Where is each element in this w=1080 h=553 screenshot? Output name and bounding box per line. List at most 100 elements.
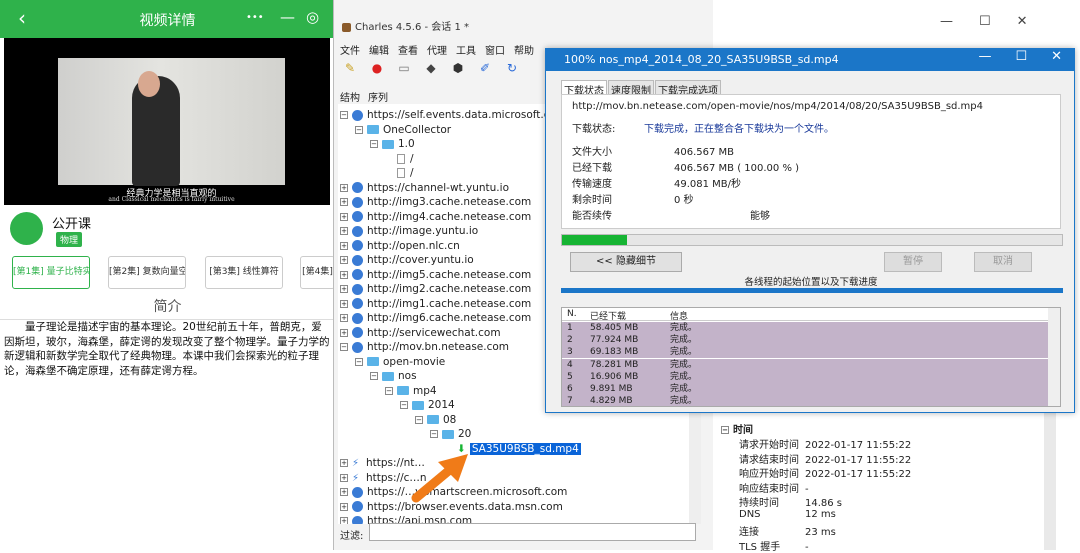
expand-icon[interactable]: + [340,270,348,279]
tree-node[interactable]: + http://img2.cache.netease.com [340,282,531,296]
video-player[interactable]: 经典力学是相当直观的 and Classical mechanics is fa… [4,38,330,205]
collapse-icon[interactable]: − [400,401,408,409]
tree-node[interactable]: − https://self.events.data.microsoft.com [340,108,566,122]
menu-window[interactable]: 窗口 [485,46,505,57]
filter-input[interactable] [369,523,696,541]
tree-node[interactable]: − 2014 [400,398,455,412]
collapse-icon[interactable]: − [355,357,363,366]
episode-button[interactable]: [第4集] [300,256,335,289]
pause-button[interactable]: 暂停 [884,252,942,272]
collapse-icon[interactable]: − [370,372,378,380]
collapse-icon[interactable]: − [370,140,378,148]
menu-edit[interactable]: 编辑 [369,46,389,57]
episode-button[interactable]: [第1集] 量子比特实 [12,256,90,289]
thread-row[interactable]: 6 9.891 MB 完成。 [562,383,1048,395]
course-title: 公开课 [52,217,92,232]
expand-icon[interactable]: + [340,328,348,337]
expand-icon[interactable]: + [340,183,348,192]
turtle-icon[interactable]: ◆ [421,58,441,78]
collapse-icon[interactable]: − [340,111,348,119]
thread-list-scrollbar[interactable] [1048,308,1060,406]
timing-section-title: − 时间 [721,425,753,436]
tree-node[interactable]: − 08 [415,413,456,427]
menu-help[interactable]: 帮助 [514,46,534,57]
broom-icon[interactable]: ✎ [340,58,360,78]
thread-row[interactable]: 4 78.281 MB 完成。 [562,358,1048,371]
tree-node[interactable]: + http://open.nlc.cn [340,239,460,253]
tree-node[interactable]: − nos [370,369,417,383]
tree-node[interactable]: + http://img5.cache.netease.com [340,268,531,282]
tree-node[interactable]: − OneCollector [355,123,451,137]
col-info[interactable]: 信息 [670,309,688,322]
minimize-icon[interactable]: — [940,14,953,29]
collapse-icon[interactable]: − [385,386,393,395]
minimize-icon[interactable]: — [978,49,991,64]
col-n[interactable]: N. [567,309,577,319]
throttle-icon[interactable]: ▭ [394,58,414,78]
tree-node[interactable]: + http://image.yuntu.io [340,224,478,238]
refresh-icon[interactable]: ↻ [502,58,522,78]
stop-icon[interactable]: ⬢ [448,58,468,78]
menu-proxy[interactable]: 代理 [427,46,447,57]
expand-icon[interactable]: + [340,314,348,322]
thread-row[interactable]: 7 4.829 MB 完成。 [562,395,1048,406]
tree-node[interactable]: + http://img4.cache.netease.com [340,210,531,224]
compose-icon[interactable]: ✐ [475,58,495,78]
tree-node[interactable]: / [385,166,414,180]
collapse-icon[interactable]: − [340,343,348,351]
tree-node[interactable]: − http://mov.bn.netease.com [340,340,509,354]
episode-button[interactable]: [第2集] 复数向量空 [108,256,186,289]
tree-node[interactable]: − open-movie [355,355,445,369]
tab-structure[interactable]: 结构 [340,93,360,104]
globe-icon [352,341,363,353]
tree-node[interactable]: + https://channel-wt.yuntu.io [340,181,509,195]
menu-tools[interactable]: 工具 [456,46,476,57]
episode-button[interactable]: [第3集] 线性算符 [205,256,283,289]
expand-icon[interactable]: + [340,459,348,467]
collapse-icon[interactable]: − [721,426,729,434]
menu-view[interactable]: 查看 [398,46,418,57]
thread-row[interactable]: 5 16.906 MB 完成。 [562,370,1048,383]
thread-label: 各线程的起始位置以及下载进度 [744,277,878,288]
thread-row[interactable]: 3 69.183 MB 完成。 [562,346,1048,359]
menu-file[interactable]: 文件 [340,46,360,57]
expand-icon[interactable]: + [340,198,348,206]
maximize-icon[interactable]: ☐ [979,14,991,29]
tree-node[interactable]: + http://img6.cache.netease.com [340,311,531,325]
thread-row[interactable]: 1 58.405 MB 完成。 [562,322,1048,334]
expand-icon[interactable]: + [340,285,348,293]
cancel-button[interactable]: 取消 [974,252,1032,272]
tree-node[interactable]: + http://img1.cache.netease.com [340,297,531,311]
more-icon[interactable]: ••• [246,12,264,23]
thread-row[interactable]: 2 77.924 MB 完成。 [562,334,1048,347]
expand-icon[interactable]: + [340,227,348,235]
record-icon[interactable]: ● [367,58,387,78]
tree-node[interactable]: − 20 [430,427,471,441]
target-icon[interactable]: ◎ [306,8,319,26]
expand-icon[interactable]: + [340,212,348,221]
tree-node[interactable]: / [385,152,414,166]
tree-node[interactable]: − 1.0 [370,137,415,151]
close-icon[interactable]: ✕ [1017,14,1028,29]
tree-node[interactable]: + http://cover.yuntu.io [340,253,474,267]
expand-icon[interactable]: + [340,241,348,250]
tab-sequence[interactable]: 序列 [368,93,388,104]
timing-scrollbar[interactable] [1044,400,1056,550]
expand-icon[interactable]: + [340,502,348,511]
maximize-icon[interactable]: ☐ [1015,49,1027,64]
close-icon[interactable]: ✕ [1051,49,1062,64]
collapse-icon[interactable]: − [355,125,363,134]
tree-node[interactable]: + http://servicewechat.com [340,326,501,340]
expand-icon[interactable]: + [340,299,348,308]
collapse-icon[interactable]: − [430,430,438,438]
collapse-icon[interactable]: − [415,415,423,424]
expand-icon[interactable]: + [340,517,348,524]
expand-icon[interactable]: + [340,488,348,496]
expand-icon[interactable]: + [340,256,348,264]
expand-icon[interactable]: + [340,473,348,482]
tree-node[interactable]: − mp4 [385,384,437,398]
col-downloaded[interactable]: 已经下载 [590,309,626,322]
hide-details-button[interactable]: << 隐藏细节 [570,252,682,272]
minimize-icon[interactable]: — [280,8,295,26]
tree-node[interactable]: + http://img3.cache.netease.com [340,195,531,209]
